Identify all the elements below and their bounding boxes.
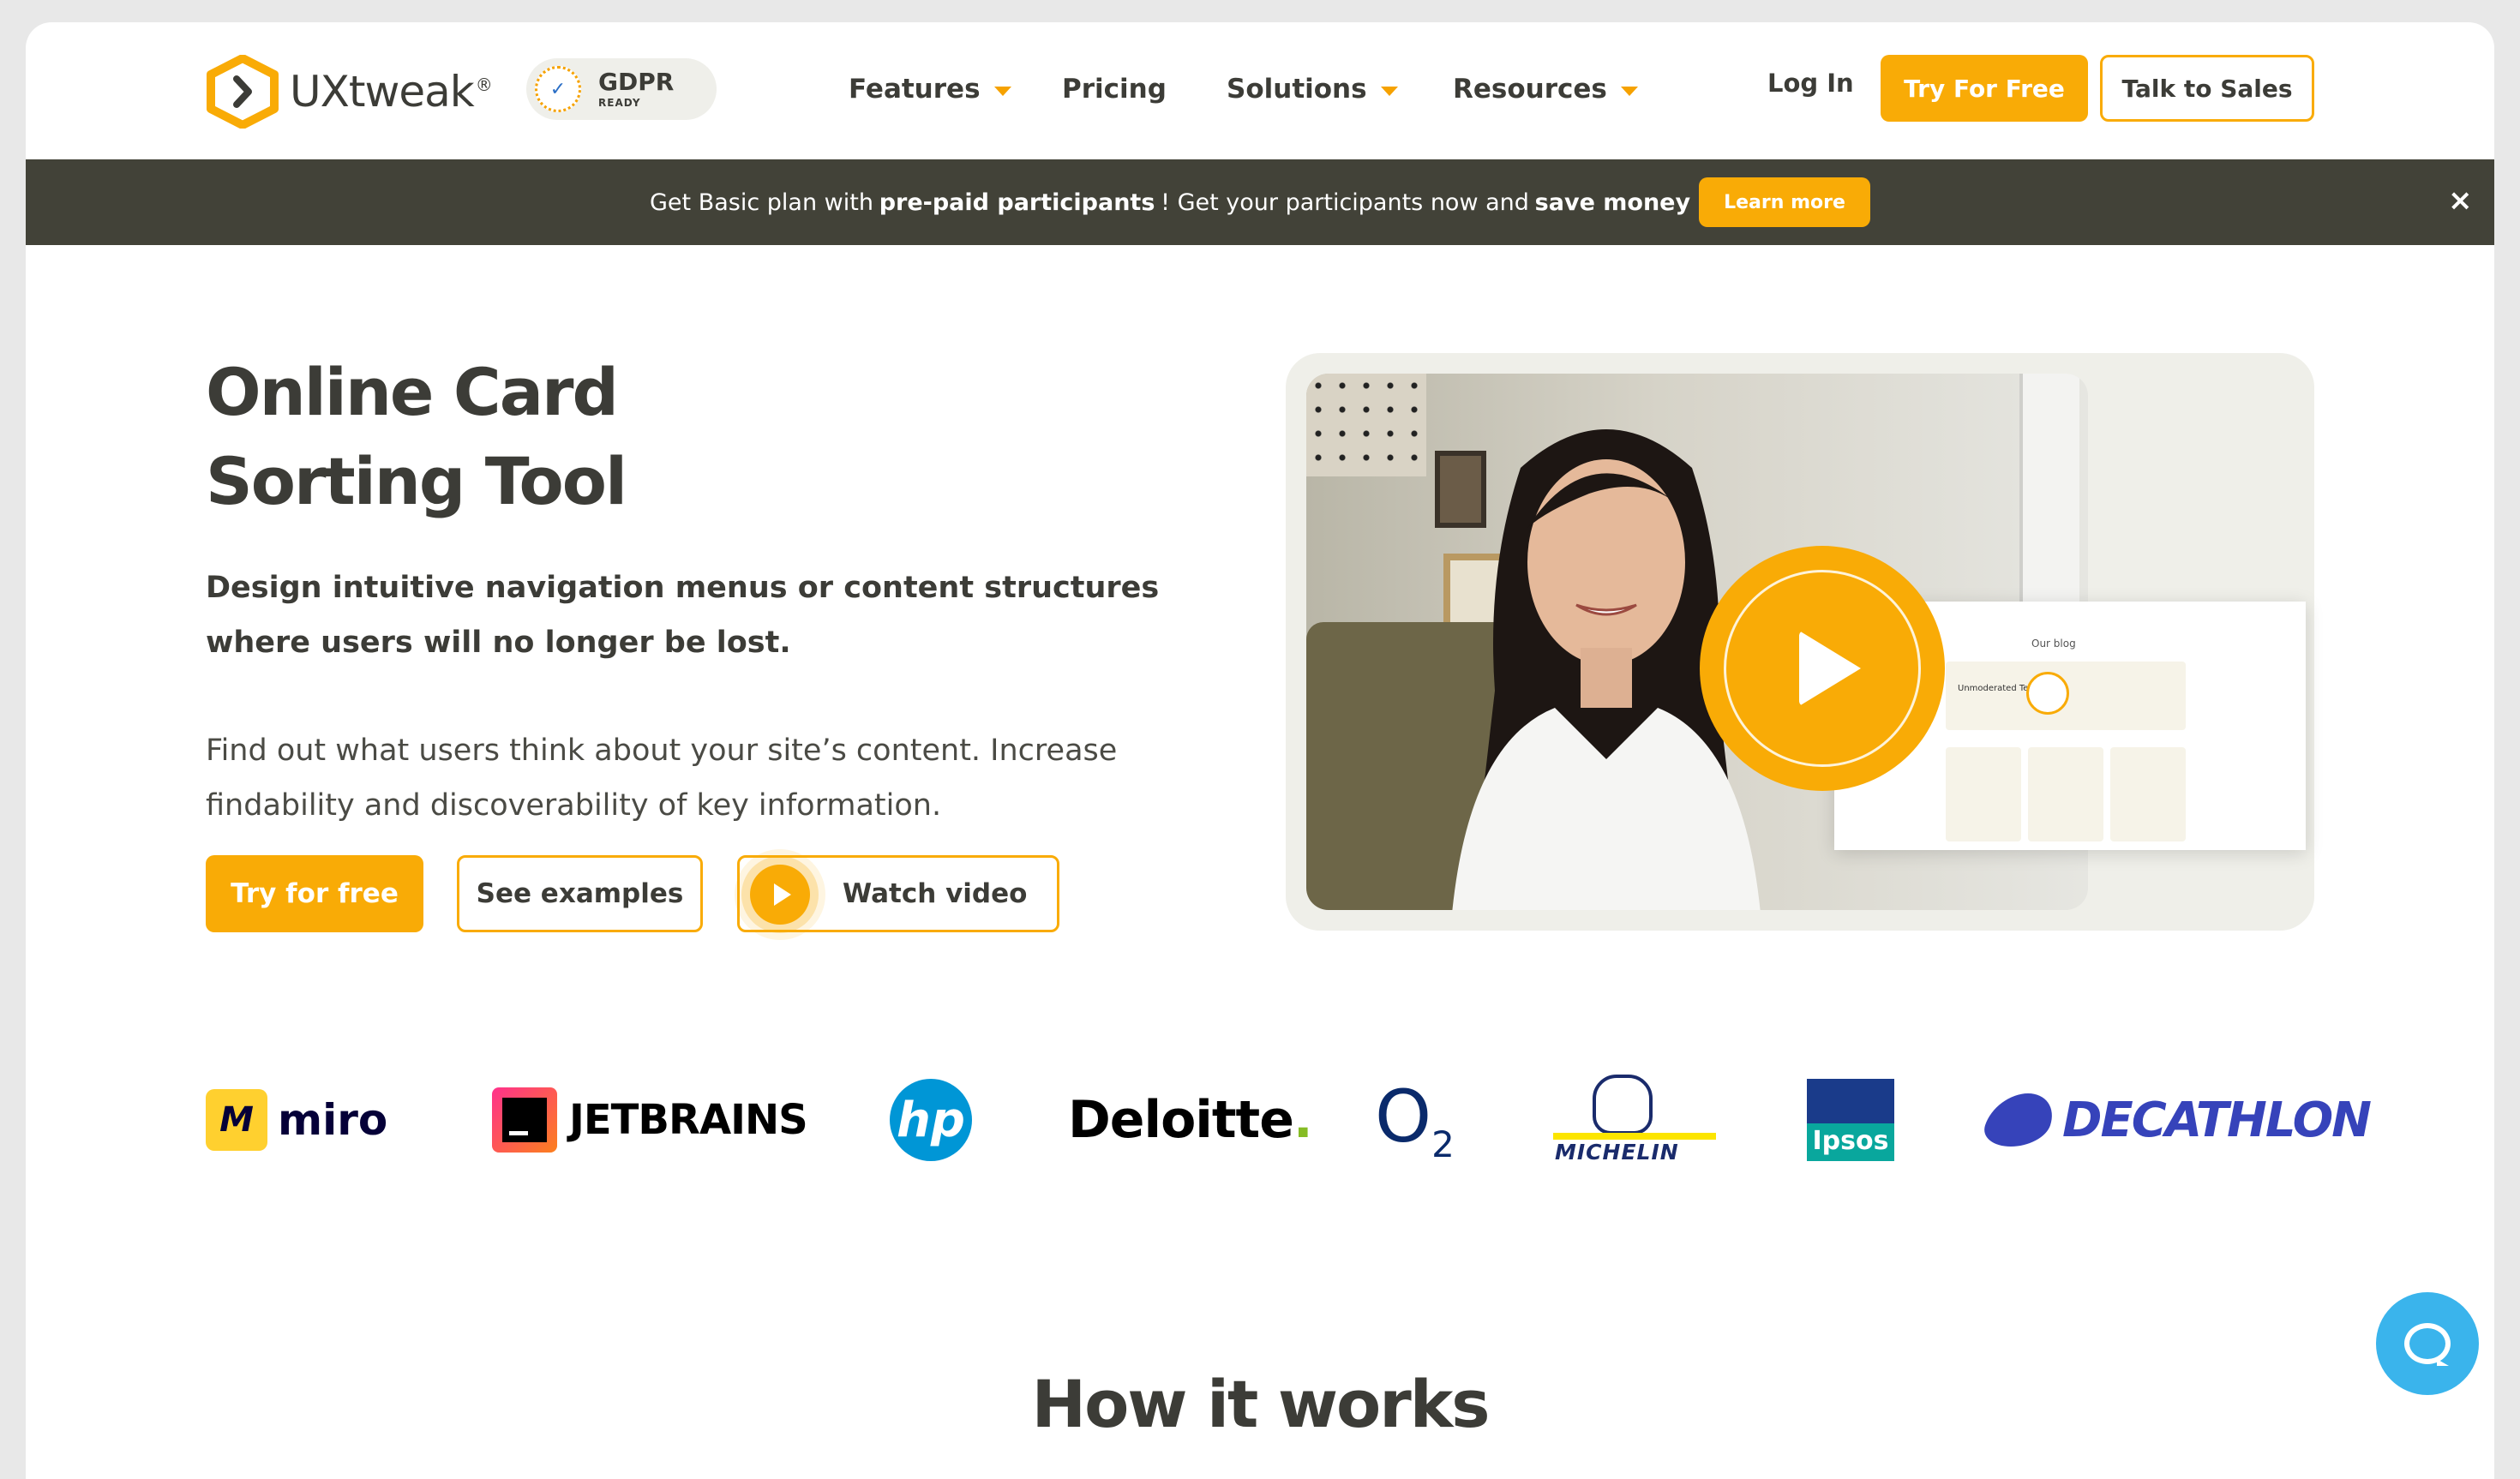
nav-pricing[interactable]: Pricing bbox=[1062, 74, 1167, 105]
decathlon-logo: DECATHLON bbox=[1977, 1073, 2372, 1167]
try-for-free-cta[interactable]: Try for free bbox=[206, 855, 423, 932]
nav-features-label: Features bbox=[849, 74, 981, 105]
watch-video-label: Watch video bbox=[843, 878, 1028, 909]
watch-video-button[interactable]: Watch video bbox=[737, 855, 1059, 932]
learn-more-button[interactable]: Learn more bbox=[1699, 177, 1870, 227]
michelin-logo: MICHELIN bbox=[1553, 1073, 1716, 1167]
see-examples-button[interactable]: See examples bbox=[457, 855, 703, 932]
page-title: Online Card Sorting Tool bbox=[206, 354, 627, 519]
nav-solutions-label: Solutions bbox=[1227, 74, 1367, 105]
try-for-free-button[interactable]: Try For Free bbox=[1881, 55, 2088, 122]
chevron-down-icon bbox=[1620, 86, 1638, 96]
gdpr-title: GDPR bbox=[598, 68, 675, 96]
nav-features[interactable]: Features bbox=[849, 74, 1011, 105]
o2-logo: O2 bbox=[1375, 1075, 1455, 1165]
promo-banner: Get Basic plan with pre-paid participants… bbox=[26, 159, 2494, 245]
nav-solutions[interactable]: Solutions bbox=[1227, 74, 1398, 105]
hero-subtitle: Design intuitive navigation menus or con… bbox=[206, 571, 1160, 660]
jetbrains-logo: JETBRAINS bbox=[492, 1073, 808, 1167]
talk-to-sales-button[interactable]: Talk to Sales bbox=[2100, 55, 2314, 122]
play-video-button[interactable] bbox=[1700, 546, 1945, 791]
chat-icon bbox=[2404, 1323, 2451, 1366]
uxtweak-logo-icon bbox=[207, 55, 279, 129]
nav-resources[interactable]: Resources bbox=[1453, 74, 1638, 105]
nav-pricing-label: Pricing bbox=[1062, 74, 1167, 105]
hp-logo: hp bbox=[890, 1073, 972, 1167]
close-icon[interactable]: × bbox=[2448, 183, 2473, 218]
chevron-down-icon bbox=[1380, 86, 1398, 96]
play-icon bbox=[750, 865, 810, 925]
section-heading: How it works bbox=[1031, 1366, 1490, 1442]
hero-description: Find out what users think about your sit… bbox=[206, 734, 1118, 823]
chevron-down-icon bbox=[993, 86, 1011, 96]
client-logos: M miro JETBRAINS hp Deloitte. O2 MICHELI… bbox=[206, 1073, 2372, 1167]
page: UXtweak ® ✓ GDPR READY Features Pricing S… bbox=[26, 22, 2494, 1479]
gdpr-subtitle: READY bbox=[598, 97, 641, 109]
chat-widget-button[interactable] bbox=[2376, 1292, 2479, 1395]
login-link[interactable]: Log In bbox=[1767, 69, 1854, 98]
gdpr-badge-icon: ✓ bbox=[535, 66, 581, 112]
uxtweak-logo[interactable]: UXtweak ® bbox=[206, 55, 493, 129]
nav-resources-label: Resources bbox=[1453, 74, 1607, 105]
miro-logo: M miro bbox=[206, 1073, 387, 1167]
video-card: Our blog Unmoderated Testing 101 bbox=[1286, 353, 2314, 931]
blog-title: Our blog bbox=[2031, 638, 2076, 650]
logo-text: UXtweak ® bbox=[290, 67, 493, 117]
ipsos-logo: Ipsos bbox=[1807, 1073, 1894, 1167]
banner-message: Get Basic plan with pre-paid participants… bbox=[650, 189, 1827, 216]
gdpr-badge: ✓ GDPR READY bbox=[526, 58, 717, 120]
site-header: UXtweak ® ✓ GDPR READY Features Pricing S… bbox=[26, 22, 2494, 159]
deloitte-logo: Deloitte. bbox=[1068, 1090, 1313, 1150]
